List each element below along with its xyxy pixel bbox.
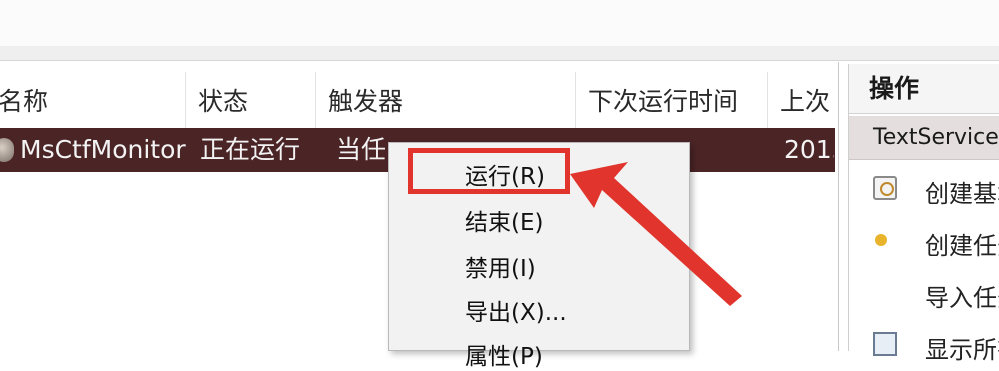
menu-item-disable[interactable]: 禁用(I) [465, 249, 536, 283]
action-label: 创建基本任务... [925, 180, 999, 208]
column-header-status[interactable]: 状态 [186, 72, 316, 128]
column-header-trigger[interactable]: 触发器 [316, 72, 576, 128]
actions-section-header[interactable]: TextServicesFramework [849, 116, 999, 160]
window-icon [873, 332, 897, 356]
actions-panel-title: 操作 [849, 64, 999, 114]
clock-icon [873, 176, 897, 200]
task-icon [0, 138, 14, 162]
task-last-run-cell: 2015 [784, 135, 834, 164]
action-label: 导入任务... [925, 284, 999, 312]
action-label: 创建任务... [925, 232, 999, 260]
column-header-next-run[interactable]: 下次运行时间 [576, 72, 768, 128]
top-blank-area [0, 0, 999, 46]
column-header-name[interactable]: 名称 [0, 72, 186, 128]
menu-item-properties[interactable]: 属性(P) [465, 337, 543, 371]
star-icon [873, 228, 897, 252]
action-show-running-tasks[interactable]: 显示所有正在运行的任务 [849, 320, 999, 368]
action-label: 显示所有正在运行的任务 [925, 336, 999, 364]
annotation-highlight-box [408, 148, 570, 194]
action-create-task[interactable]: 创建任务... [849, 216, 999, 264]
menu-item-export[interactable]: 导出(X)... [465, 293, 567, 327]
column-header-last-run[interactable]: 上次 [768, 72, 838, 128]
task-status-cell: 正在运行 [200, 135, 301, 164]
action-create-basic-task[interactable]: 创建基本任务... [849, 164, 999, 212]
menu-item-end[interactable]: 结束(E) [465, 203, 543, 237]
task-name-cell: MsCtfMonitor [20, 135, 186, 164]
toolbar-divider [0, 46, 999, 61]
action-import-task[interactable]: 导入任务... [849, 268, 999, 316]
actions-panel: 操作 TextServicesFramework 创建基本任务... 创建任务.… [848, 64, 999, 364]
